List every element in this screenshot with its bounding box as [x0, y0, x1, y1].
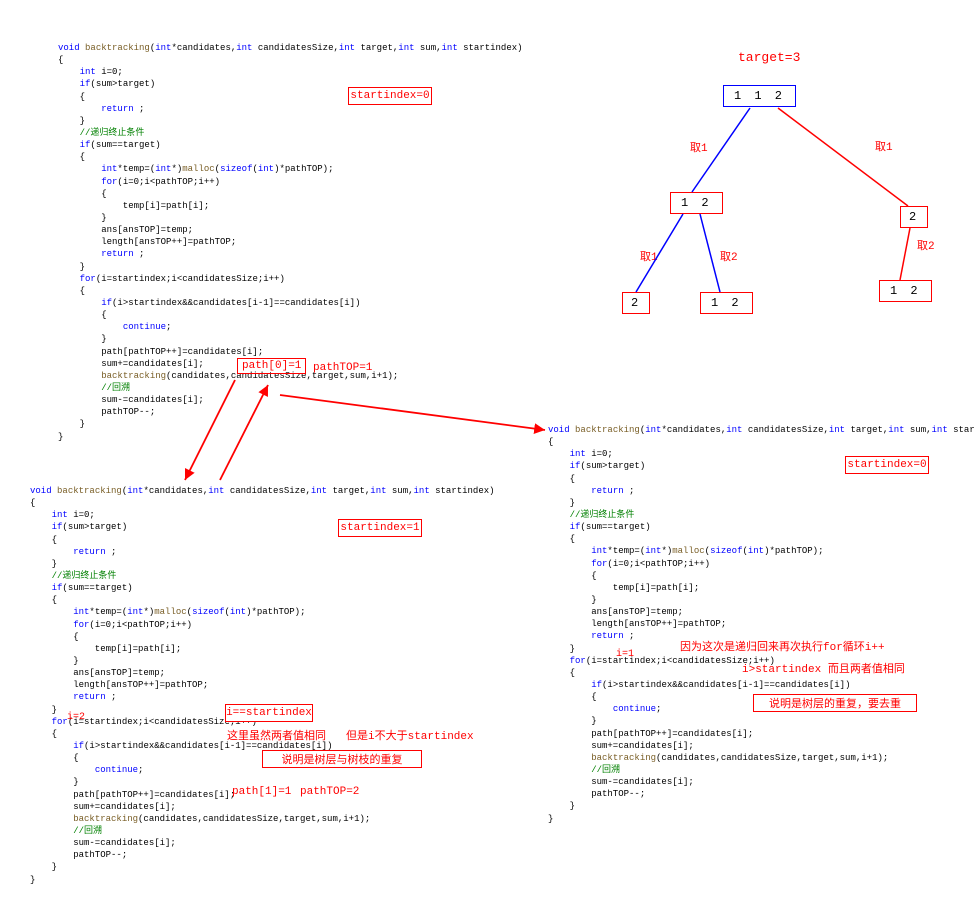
tree-node-l2b: 1 2	[700, 292, 753, 314]
tree-node-l2c-text: 1 2	[890, 284, 921, 298]
tree-edge-1: 取1	[690, 139, 708, 155]
ann-i1: i=1	[616, 649, 634, 660]
ann-startindex1-text: startindex=1	[340, 522, 419, 534]
ann-pathTOP1: pathTOP=1	[313, 362, 372, 374]
tree-node-root: 1 1 2	[723, 85, 796, 107]
ann-tree-layer-dup: 说明是树层的重复，要去重	[753, 694, 917, 712]
ann-startindex0a-text: startindex=0	[350, 90, 429, 102]
ann-i-gt-start: i>startindex 而且两者值相同	[742, 660, 905, 676]
ann-startindex1: startindex=1	[338, 519, 422, 537]
tree-node-l2a: 2	[622, 292, 650, 314]
ann-tree-layer-dup-text: 说明是树层的重复，要去重	[769, 695, 901, 711]
ann-tree-branch-dup: 说明是树层与树枝的重复	[262, 750, 422, 768]
ann-i2: i=2	[67, 712, 85, 723]
tree-edge-5: 取2	[917, 237, 935, 253]
code-block-right: void backtracking(int*candidates,int can…	[548, 424, 974, 825]
tree-node-l1b: 2	[900, 206, 928, 228]
ann-pathTOP2: pathTOP=2	[300, 786, 359, 798]
ann-tree-branch-dup-text: 说明是树层与树枝的重复	[282, 751, 403, 767]
tree-node-l1a: 1 2	[670, 192, 723, 214]
tree-node-l2c: 1 2	[879, 280, 932, 302]
tree-edge-4: 取2	[720, 248, 738, 264]
ann-path01: path[0]=1	[237, 360, 306, 372]
tree-node-l1a-text: 1 2	[681, 196, 712, 210]
ann-startindex0b-text: startindex=0	[847, 459, 926, 471]
ann-startindex0b: startindex=0	[845, 456, 929, 474]
ann-startindex0a: startindex=0	[348, 87, 432, 105]
ann-line-not-gt: 但是i不大于startindex	[346, 727, 474, 743]
tree-node-root-text: 1 1 2	[734, 89, 785, 103]
code-block-top: void backtracking(int*candidates,int can…	[58, 42, 523, 443]
ann-path11: path[1]=1	[232, 786, 291, 798]
code-block-left: void backtracking(int*candidates,int can…	[30, 485, 495, 886]
tree-node-l2a-text: 2	[631, 296, 641, 310]
ann-ieqstart-text: i==startindex	[226, 707, 312, 719]
ann-ieqstart: i==startindex	[225, 704, 313, 722]
tree-node-l2b-text: 1 2	[711, 296, 742, 310]
tree-edge-3: 取1	[640, 248, 658, 264]
tree-title: target=3	[738, 50, 800, 65]
tree-edge-2: 取1	[875, 138, 893, 154]
tree-node-l1b-text: 2	[909, 210, 919, 224]
ann-path01-text: path[0]=1	[237, 358, 306, 374]
ann-line-same: 这里虽然两者值相同	[227, 727, 326, 743]
ann-recursion-back: 因为这次是递归回来再次执行for循环i++	[680, 638, 885, 654]
